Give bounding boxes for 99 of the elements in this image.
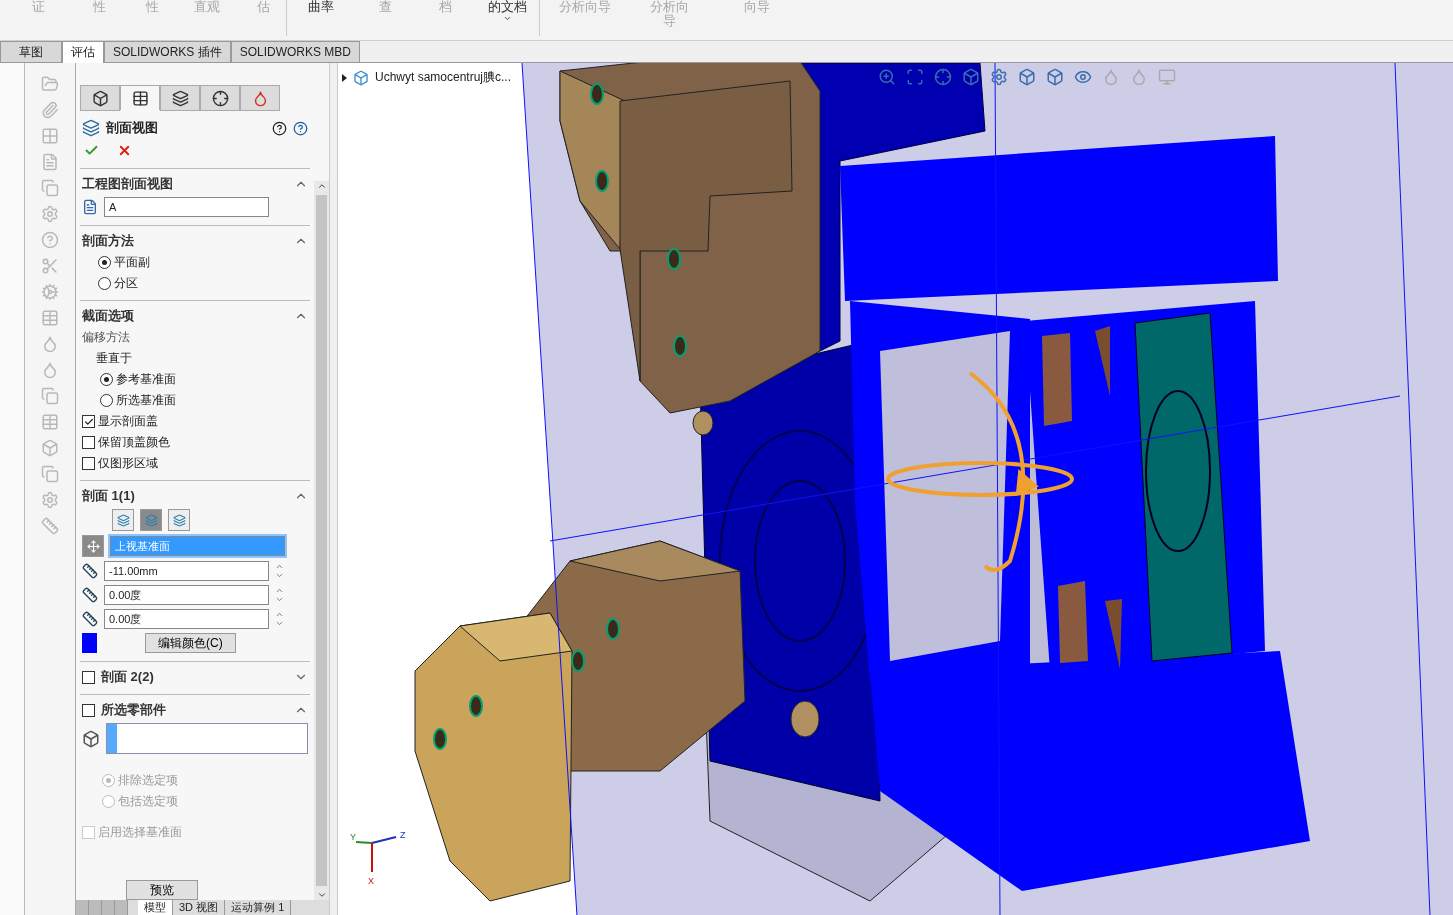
axis-label: Z: [400, 830, 406, 840]
section-title: 工程图剖面视图: [82, 175, 174, 193]
toolbar-icon[interactable]: [41, 283, 59, 301]
panel-title: 剖面视图: [106, 119, 159, 137]
checkbox[interactable]: [82, 703, 95, 717]
toolbar-icon[interactable]: [41, 75, 59, 93]
command-tab[interactable]: SOLIDWORKS MBD: [230, 41, 361, 63]
component-icon: [82, 729, 100, 748]
axis-label: Y: [350, 832, 356, 842]
toolbar-icon[interactable]: [41, 127, 59, 145]
spin-down-icon[interactable]: [275, 571, 284, 580]
section-title: 截面选项: [82, 307, 135, 325]
toolbar-icon[interactable]: [41, 465, 59, 483]
part-icon: [91, 89, 109, 107]
axis-label: X: [368, 876, 374, 886]
expand-arrow-icon[interactable]: [342, 73, 347, 82]
spin-down-icon[interactable]: [275, 619, 284, 628]
color-swatch[interactable]: [82, 633, 97, 653]
toolbar-icon[interactable]: [41, 179, 59, 197]
label-field[interactable]: A: [104, 197, 269, 217]
help-icon[interactable]: [272, 120, 287, 136]
panel-tab[interactable]: [120, 85, 160, 110]
spin-down-icon[interactable]: [275, 595, 284, 604]
plane-icon: [116, 513, 130, 527]
layers-icon: [171, 89, 189, 107]
radio-option[interactable]: 平面副: [98, 254, 150, 271]
toolbar-icon[interactable]: [41, 413, 59, 431]
section-title: 所选零部件: [101, 701, 167, 719]
help-icon[interactable]: [293, 120, 308, 136]
dropdown-caret-icon[interactable]: [502, 14, 512, 23]
panel-tab[interactable]: [200, 85, 240, 111]
component-list[interactable]: [106, 723, 308, 754]
checkbox-option[interactable]: 仅图形区域: [82, 455, 158, 472]
spin-up-icon[interactable]: [275, 562, 284, 571]
scroll-down-icon[interactable]: [316, 890, 327, 900]
scroll-up-icon[interactable]: [316, 181, 327, 191]
checkbox-option[interactable]: 显示剖面盖: [82, 413, 158, 430]
section-title: 剖面 1(1): [82, 487, 136, 505]
section-view-icon: [82, 119, 100, 137]
toolbar-icon[interactable]: [41, 335, 59, 353]
command-tab[interactable]: 草图: [0, 41, 62, 63]
plane-icon: [144, 513, 158, 527]
cancel-icon[interactable]: [117, 143, 132, 158]
toolbar-icon[interactable]: [41, 309, 59, 327]
toolbar-icon[interactable]: [41, 439, 59, 457]
ribbon-label[interactable]: 曲率: [308, 0, 334, 14]
toolbar-icon[interactable]: [41, 231, 59, 249]
label-icon: [82, 199, 98, 215]
toolbar-icon[interactable]: [41, 101, 59, 119]
toolbar-icon[interactable]: [41, 491, 59, 509]
radio-option[interactable]: 所选基准面: [100, 392, 176, 409]
toolbar-icon[interactable]: [41, 517, 59, 535]
spin-up-icon[interactable]: [275, 610, 284, 619]
view-tool-icon[interactable]: [1018, 68, 1036, 86]
view-tool-icon[interactable]: [990, 68, 1008, 86]
view-tool-icon[interactable]: [906, 68, 924, 86]
part-icon: [353, 69, 369, 86]
section-title: 剖面 2(2): [101, 668, 155, 686]
toolbar-icon[interactable]: [41, 387, 59, 405]
edit-color-button[interactable]: 编辑颜色(C): [145, 633, 236, 653]
list-icon: [131, 89, 149, 107]
bottom-tab[interactable]: 模型: [138, 900, 173, 915]
view-tool-icon[interactable]: [1046, 68, 1064, 86]
section-title: 剖面方法: [82, 232, 135, 250]
view-tool-icon[interactable]: [878, 68, 896, 86]
view-tool-icon[interactable]: [1074, 68, 1092, 86]
offset-label: 偏移方法: [82, 329, 131, 346]
flip-direction-button[interactable]: [82, 535, 104, 557]
panel-tab[interactable]: [160, 85, 200, 111]
toolbar-icon[interactable]: [41, 153, 59, 171]
toolbar-icon[interactable]: [41, 257, 59, 275]
crosshair-icon: [211, 89, 229, 107]
number-field[interactable]: 0.00度: [104, 585, 269, 605]
spin-up-icon[interactable]: [275, 586, 284, 595]
toolbar-icon[interactable]: [41, 205, 59, 223]
normal-label: 垂直于: [96, 350, 132, 367]
radio-option[interactable]: 分区: [98, 275, 138, 292]
command-tab[interactable]: SOLIDWORKS 插件: [104, 41, 231, 63]
radio-option[interactable]: 参考基准面: [100, 371, 176, 388]
scroll-thumb[interactable]: [316, 195, 327, 886]
plane-button[interactable]: [168, 509, 190, 531]
view-tool-icon[interactable]: [962, 68, 980, 86]
toolbar-icon[interactable]: [41, 361, 59, 379]
preview-button[interactable]: 预览: [126, 880, 198, 900]
ribbon-label[interactable]: 的文档: [487, 0, 527, 14]
plane-button[interactable]: [140, 509, 162, 531]
checkmark-icon: [83, 416, 94, 427]
panel-tab[interactable]: [80, 85, 120, 111]
checkbox-option[interactable]: 保留顶盖颜色: [82, 434, 170, 451]
plane-button[interactable]: [112, 509, 134, 531]
tree-item[interactable]: Uchwyt samocentruj腆c...: [375, 69, 512, 86]
number-field[interactable]: -11.00mm: [104, 561, 269, 581]
view-tool-icon[interactable]: [934, 68, 952, 86]
command-tab[interactable]: 评估: [62, 41, 104, 63]
checkbox[interactable]: [82, 670, 95, 684]
number-field[interactable]: 0.00度: [104, 609, 269, 629]
plane-icon: [172, 513, 186, 527]
ok-icon[interactable]: [84, 143, 99, 158]
arrow-icon: [86, 539, 100, 553]
